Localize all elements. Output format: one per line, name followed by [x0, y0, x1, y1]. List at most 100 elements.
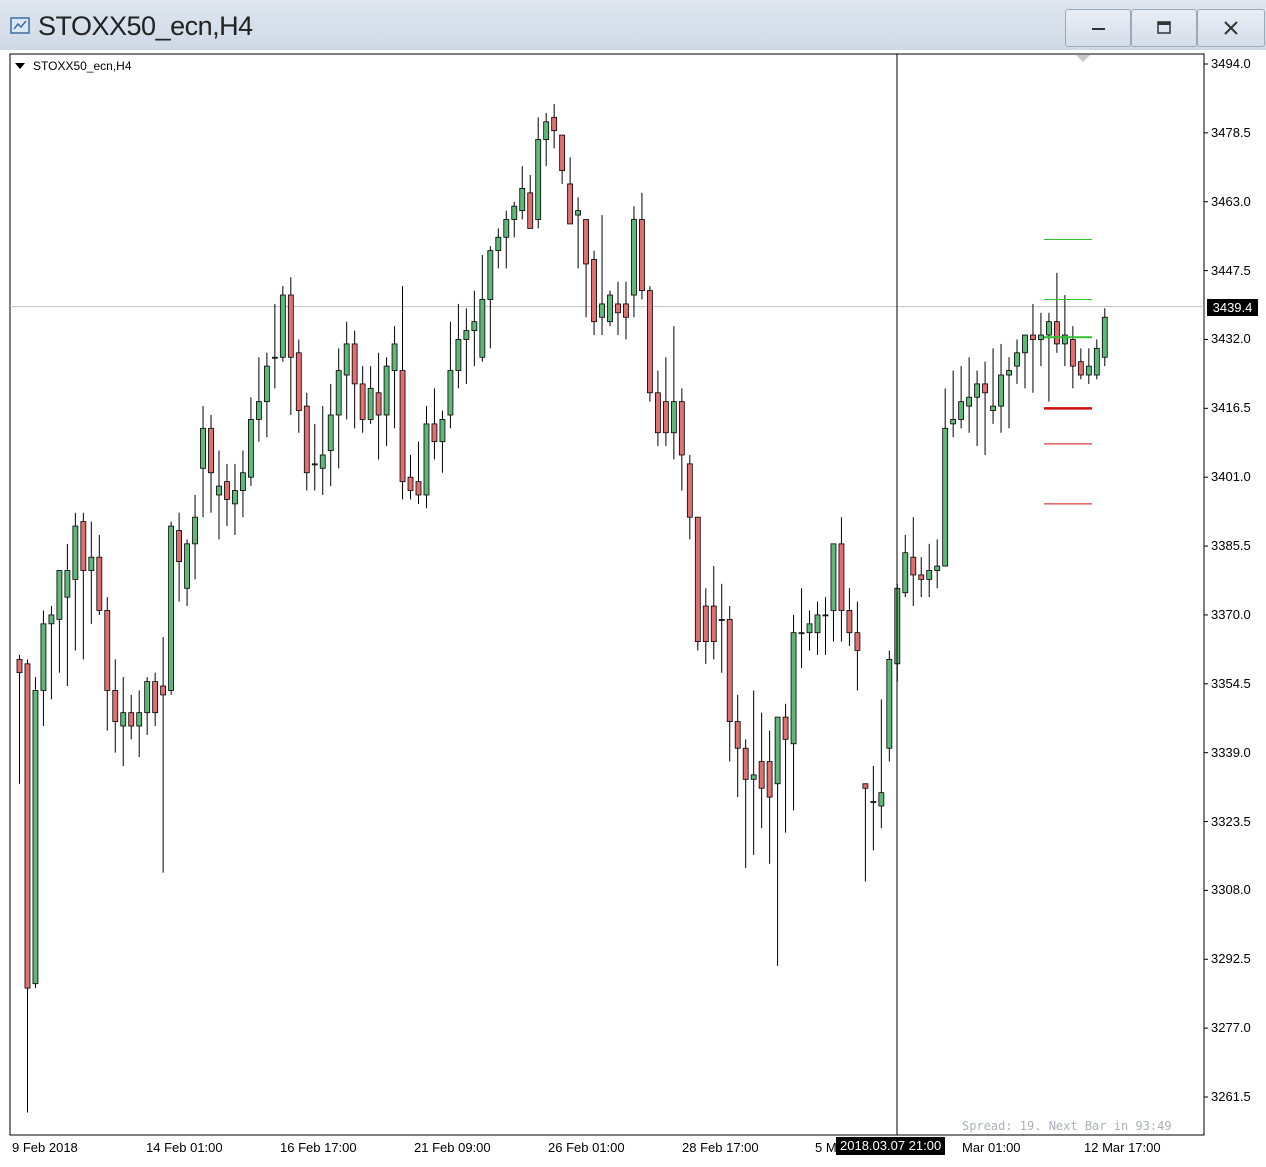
bull-candle-body — [535, 139, 542, 220]
bear-candle-body — [846, 610, 853, 634]
bull-candle-body — [886, 658, 893, 749]
bull-candle-body — [48, 614, 55, 625]
bull-candle-body — [319, 454, 326, 469]
bull-candle-body — [511, 205, 518, 220]
bear-candle-body — [567, 183, 574, 225]
bull-candle-body — [822, 614, 829, 617]
bull-candle-body — [1014, 352, 1020, 367]
price-tick-label: 3447.5 — [1211, 262, 1251, 278]
bear-candle-body — [431, 423, 438, 443]
bear-candle-body — [375, 392, 382, 416]
restore-button[interactable] — [1131, 9, 1197, 47]
bull-candle-body — [136, 712, 143, 727]
bull-candle-body — [487, 250, 494, 300]
bull-candle-body — [447, 370, 454, 416]
bear-candle-body — [686, 463, 693, 518]
close-button[interactable] — [1197, 9, 1265, 47]
restore-icon — [1157, 21, 1171, 34]
bull-candle-body — [519, 188, 526, 212]
bull-candle-body — [463, 330, 470, 340]
plot-frame — [9, 53, 1205, 1136]
bull-candle-body — [56, 570, 63, 620]
bear-candle-body — [1077, 361, 1084, 376]
bear-candle-body — [415, 481, 422, 496]
time-tick-label: Mar 01:00 — [962, 1140, 1021, 1155]
price-tick-label: 3463.0 — [1211, 193, 1251, 209]
bull-candle-body — [1046, 321, 1052, 336]
bear-candle-body — [591, 259, 597, 323]
bull-candle-body — [966, 396, 973, 407]
price-tick-label: 3385.5 — [1211, 538, 1251, 554]
bull-candle-body — [495, 236, 502, 252]
bull-candle-body — [718, 618, 725, 621]
bull-candle-body — [271, 356, 278, 359]
bear-candle-body — [918, 574, 925, 580]
bear-candle-body — [623, 303, 629, 318]
price-tick-label: 3339.0 — [1211, 744, 1251, 760]
bear-candle-body — [224, 481, 230, 500]
bear-candle-body — [24, 663, 31, 989]
bull-candle-body — [455, 339, 462, 371]
minimize-button[interactable] — [1065, 9, 1131, 47]
time-tick-label: 16 Feb 17:00 — [280, 1140, 357, 1155]
bear-candle-body — [176, 530, 183, 563]
time-tick-label: 5 M — [815, 1140, 837, 1155]
bear-candle-body — [96, 556, 103, 611]
bull-candle-body — [998, 374, 1004, 407]
chart-menu-triangle-icon[interactable] — [15, 63, 25, 69]
bear-candle-body — [982, 383, 988, 394]
spread-status-text: Spread: 19. Next Bar in 93:49 — [962, 1119, 1172, 1133]
time-tick-label: 12 Mar 17:00 — [1084, 1140, 1161, 1155]
bull-candle-body — [263, 365, 270, 403]
window-titlebar[interactable]: STOXX50_ecn,H4 — [0, 0, 1266, 50]
time-tick-label: 26 Feb 01:00 — [548, 1140, 625, 1155]
bear-candle-body — [647, 290, 653, 394]
bear-candle-body — [742, 747, 749, 780]
bear-candle-body — [734, 721, 741, 749]
bull-candle-body — [607, 294, 613, 323]
bear-candle-body — [726, 618, 733, 722]
bear-candle-body — [104, 610, 111, 691]
bear-candle-body — [662, 401, 669, 434]
bull-candle-body — [168, 525, 175, 691]
price-tick-label: 3261.5 — [1211, 1089, 1251, 1104]
bull-candle-body — [1006, 370, 1012, 376]
current-price-label: 3439.4 — [1207, 299, 1258, 316]
bear-candle-body — [1054, 321, 1060, 345]
chart-area[interactable]: STOXX50_ecn,H4 3494.0 3478.5 3463.0 3447.5 3… — [0, 50, 1266, 1167]
bull-candle-body — [88, 556, 95, 571]
bull-candle-body — [1101, 316, 1108, 358]
bear-candle-body — [1030, 334, 1036, 340]
bear-candle-body — [407, 476, 414, 491]
bear-candle-body — [838, 543, 845, 611]
chart-window-icon — [10, 17, 30, 34]
bull-candle-body — [830, 543, 837, 611]
bear-candle-body — [655, 392, 661, 434]
bull-candle-body — [232, 490, 238, 505]
price-tick-label: 3416.5 — [1211, 400, 1251, 416]
bear-candle-body — [359, 383, 366, 420]
bear-candle-body — [527, 192, 534, 229]
bear-candle-body — [639, 219, 645, 291]
bull-candle-body — [335, 370, 342, 416]
price-tick-label: 3292.5 — [1211, 951, 1251, 967]
bull-candle-body — [144, 681, 151, 714]
bull-candle-body — [248, 419, 254, 478]
bull-candle-body — [974, 383, 980, 398]
bull-candle-body — [216, 485, 222, 496]
price-tick-label: 3354.5 — [1211, 675, 1251, 691]
bull-candle-body — [40, 623, 47, 691]
bear-candle-body — [694, 516, 701, 642]
price-tick-label: 3401.0 — [1211, 469, 1251, 485]
bull-candle-body — [1093, 347, 1100, 376]
bull-candle-body — [750, 774, 757, 780]
bull-candle-body — [790, 632, 797, 745]
bull-candle-body — [990, 405, 996, 411]
bull-candle-body — [806, 623, 813, 634]
bear-candle-body — [303, 405, 310, 474]
bull-candle-body — [72, 525, 79, 580]
bear-candle-body — [678, 401, 685, 456]
bull-candle-body — [878, 792, 885, 807]
bear-candle-body — [702, 605, 709, 642]
price-chart[interactable] — [0, 50, 1266, 1167]
